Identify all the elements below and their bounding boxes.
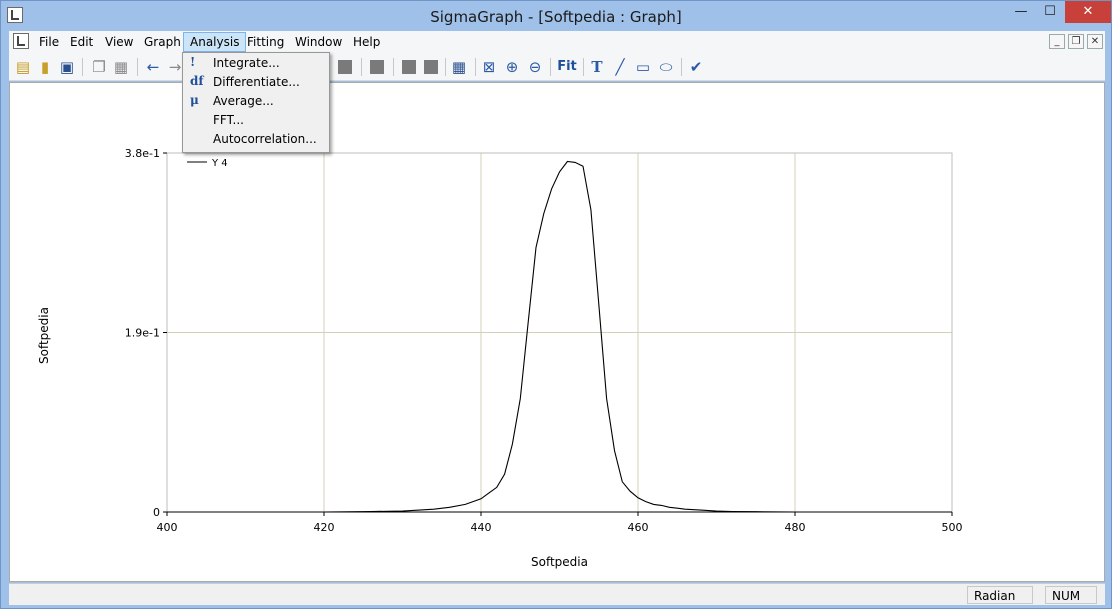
- menu-view[interactable]: View: [99, 32, 139, 52]
- menu-bar: File Edit View Graph Analysis Fitting Wi…: [9, 31, 1105, 53]
- x-tick-label: 460: [628, 521, 649, 534]
- gray-box-icon[interactable]: [421, 57, 441, 77]
- close-button[interactable]: ✕: [1065, 1, 1111, 23]
- menu-item-average[interactable]: μ Average...: [184, 92, 328, 111]
- toolbar-separator: [137, 58, 138, 76]
- zoom-out-icon[interactable]: ⊖: [525, 57, 545, 77]
- graph-area[interactable]: 400 420 440 460 480 500 0 1.9e-1 3.8e-1 Softpedia…: [9, 82, 1105, 582]
- menu-item-label: Integrate...: [213, 56, 280, 70]
- line-chart: 400 420 440 460 480 500 0 1.9e-1 3.8e-1 Softpedia…: [37, 147, 963, 569]
- x-tick-label: 480: [785, 521, 806, 534]
- title-bar[interactable]: SigmaGraph - [Softpedia : Graph] — ☐ ✕: [1, 1, 1111, 32]
- toolbar-separator: [393, 58, 394, 76]
- ellipse-tool-icon[interactable]: ⬭: [656, 57, 676, 77]
- x-axis-label: Softpedia: [531, 555, 588, 569]
- check-icon[interactable]: ✔: [686, 57, 706, 77]
- menu-help[interactable]: Help: [347, 32, 386, 52]
- legend-label: Y 4: [211, 158, 228, 169]
- mdi-close-button[interactable]: ✕: [1087, 34, 1103, 49]
- toolbar-separator: [550, 58, 551, 76]
- menu-item-fft[interactable]: FFT...: [184, 111, 328, 130]
- open-icon[interactable]: ▮: [35, 57, 55, 77]
- window-title: SigmaGraph - [Softpedia : Graph]: [430, 8, 682, 26]
- toolbar-separator: [475, 58, 476, 76]
- y-tick-label: 3.8e-1: [125, 147, 160, 160]
- x-tick-label: 500: [942, 521, 963, 534]
- toolbar: ▤ ▮ ▣ ❐ ▦ ← → ▦ ⊠ ⊕ ⊖ Fit T ╱ ▭ ⬭ ✔: [9, 53, 1105, 81]
- menu-file[interactable]: File: [33, 32, 65, 52]
- mdi-restore-button[interactable]: ❐: [1068, 34, 1084, 49]
- toolbar-separator: [583, 58, 584, 76]
- average-icon: μ: [190, 93, 199, 107]
- menu-analysis[interactable]: Analysis: [183, 32, 247, 52]
- menu-item-label: Average...: [213, 94, 274, 108]
- delete-column-icon[interactable]: [335, 57, 355, 77]
- menu-edit[interactable]: Edit: [64, 32, 99, 52]
- minimize-button[interactable]: —: [1007, 1, 1035, 23]
- app-window: SigmaGraph - [Softpedia : Graph] — ☐ ✕ F…: [0, 0, 1112, 609]
- rectangle-tool-icon[interactable]: ▭: [633, 57, 653, 77]
- y-tick-label: 1.9e-1: [125, 327, 160, 340]
- series-line: [167, 160, 952, 513]
- insert-row-icon[interactable]: [367, 57, 387, 77]
- graph-icon[interactable]: ⊠: [479, 57, 499, 77]
- y-axis-label: Softpedia: [37, 307, 51, 364]
- back-arrow-icon[interactable]: ←: [143, 57, 163, 77]
- x-tick-label: 420: [314, 521, 335, 534]
- differentiate-icon: df: [190, 74, 204, 88]
- menu-item-integrate[interactable]: ! Integrate...: [184, 54, 328, 73]
- menu-graph[interactable]: Graph: [138, 32, 187, 52]
- paste-icon[interactable]: ▦: [111, 57, 131, 77]
- menu-window[interactable]: Window: [289, 32, 348, 52]
- line-tool-icon[interactable]: ╱: [610, 57, 630, 77]
- x-tick-label: 440: [471, 521, 492, 534]
- mdi-minimize-button[interactable]: _: [1049, 34, 1065, 49]
- angle-mode-indicator: Radian: [967, 586, 1033, 604]
- text-tool-button[interactable]: T: [587, 57, 607, 77]
- menu-item-autocorrelation[interactable]: Autocorrelation...: [184, 130, 328, 149]
- menu-item-label: FFT...: [213, 113, 244, 127]
- menu-item-differentiate[interactable]: df Differentiate...: [184, 73, 328, 92]
- menu-item-label: Autocorrelation...: [213, 132, 317, 146]
- copy-icon[interactable]: ❐: [89, 57, 109, 77]
- toolbar-separator: [361, 58, 362, 76]
- integrate-icon: !: [190, 55, 196, 69]
- toolbar-separator: [82, 58, 83, 76]
- toolbar-separator: [681, 58, 682, 76]
- y-tick-label: 0: [153, 506, 160, 519]
- analysis-dropdown-menu: ! Integrate... df Differentiate... μ Ave…: [182, 52, 330, 153]
- status-bar: Radian NUM: [9, 583, 1105, 605]
- save-icon[interactable]: ▣: [57, 57, 77, 77]
- x-tick-label: 400: [157, 521, 178, 534]
- fit-button[interactable]: Fit: [555, 57, 579, 77]
- new-document-icon[interactable]: ▤: [13, 57, 33, 77]
- menu-item-label: Differentiate...: [213, 75, 300, 89]
- toolbar-separator: [445, 58, 446, 76]
- maximize-button[interactable]: ☐: [1036, 1, 1064, 23]
- zoom-in-icon[interactable]: ⊕: [502, 57, 522, 77]
- datasheet-icon[interactable]: ▦: [449, 57, 469, 77]
- menu-fitting[interactable]: Fitting: [241, 32, 290, 52]
- num-lock-indicator: NUM: [1045, 586, 1097, 604]
- document-icon[interactable]: [13, 33, 29, 49]
- gray-box-icon[interactable]: [399, 57, 419, 77]
